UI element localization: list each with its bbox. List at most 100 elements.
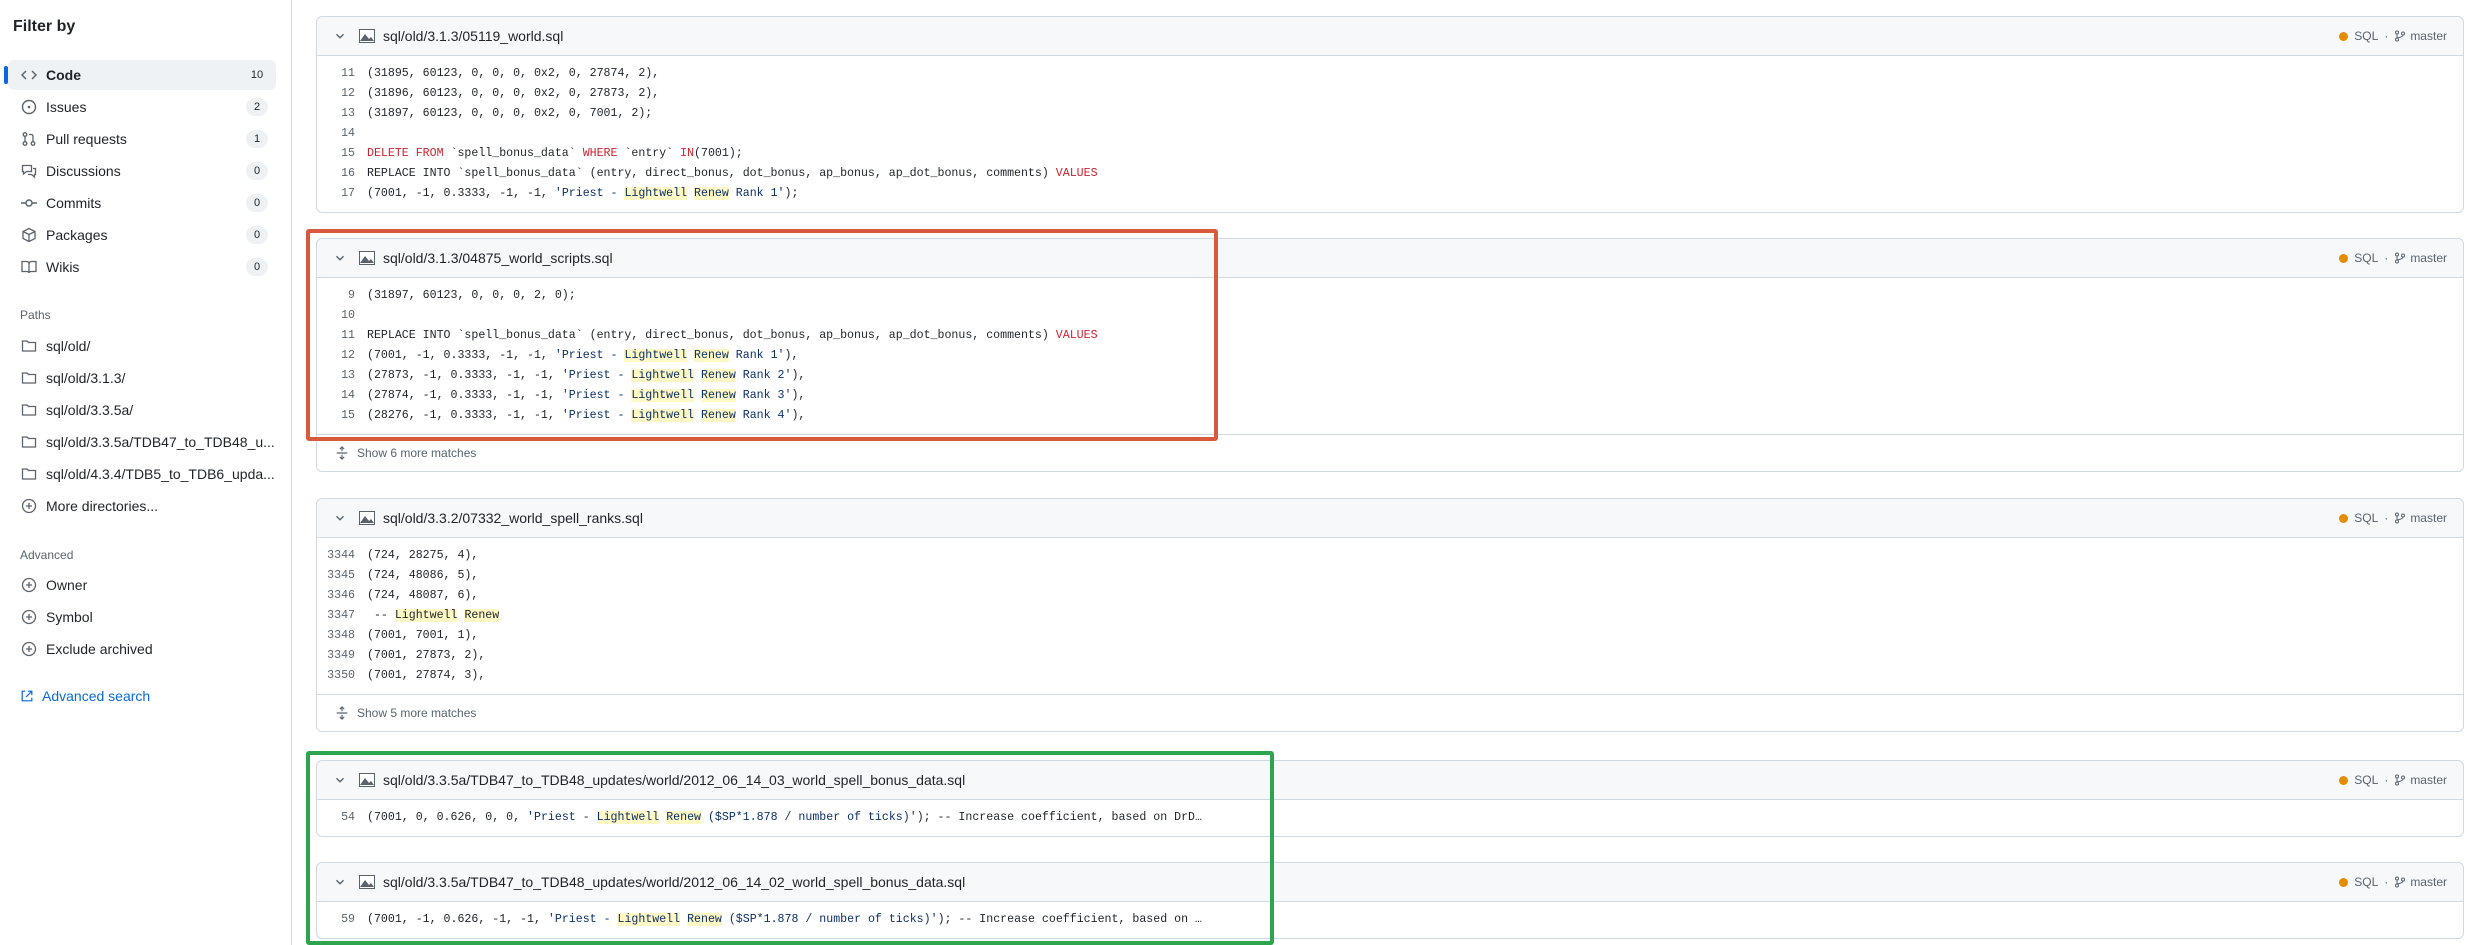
filter-discussions[interactable]: Discussions 0 (8, 156, 276, 186)
filter-commits[interactable]: Commits 0 (8, 188, 276, 218)
meta-separator: · (2384, 29, 2389, 43)
code-text: REPLACE INTO `spell_bonus_data` (entry, … (367, 167, 1098, 180)
line-number[interactable]: 3344 (317, 546, 367, 566)
filter-label: Wikis (46, 259, 80, 275)
line-number[interactable]: 10 (317, 306, 367, 326)
link-external-icon (21, 690, 33, 702)
code-line: 16 REPLACE INTO `spell_bonus_data` (entry… (317, 164, 2463, 184)
line-number[interactable]: 12 (317, 346, 367, 366)
result-file-path[interactable]: sql/old/3.1.3/05119_world.sql (383, 28, 563, 44)
path-item[interactable]: sql/old/3.1.3/ (8, 363, 276, 393)
result-header: sql/old/3.3.5a/TDB47_to_TDB48_updates/wo… (317, 761, 2463, 800)
line-number[interactable]: 14 (317, 124, 367, 144)
path-item[interactable]: sql/old/ (8, 331, 276, 361)
result-file-path[interactable]: sql/old/3.3.2/07332_world_spell_ranks.sq… (383, 510, 643, 526)
issue-icon (21, 99, 37, 115)
line-number[interactable]: 3349 (317, 646, 367, 666)
plus-circle-icon (21, 641, 37, 657)
filter-label: Pull requests (46, 131, 127, 147)
show-more-matches-button[interactable]: Show 6 more matches (317, 434, 2463, 471)
repo-avatar-icon (359, 511, 375, 525)
result-file-path[interactable]: sql/old/3.1.3/04875_world_scripts.sql (383, 250, 613, 266)
line-number[interactable]: 12 (317, 84, 367, 104)
path-label: sql/old/3.3.5a/ (46, 402, 134, 418)
code-line: 13 (31897, 60123, 0, 0, 0, 0x2, 0, 7001, … (317, 104, 2463, 124)
book-icon (21, 259, 37, 275)
line-number[interactable]: 11 (317, 64, 367, 84)
code-line: 14 (27874, -1, 0.3333, -1, -1, 'Priest - … (317, 386, 2463, 406)
code-line: 15 DELETE FROM `spell_bonus_data` WHERE `… (317, 144, 2463, 164)
result-file-path[interactable]: sql/old/3.3.5a/TDB47_to_TDB48_updates/wo… (383, 772, 965, 788)
line-number[interactable]: 15 (317, 406, 367, 426)
line-number[interactable]: 13 (317, 366, 367, 386)
code-line: 11 REPLACE INTO `spell_bonus_data` (entry… (317, 326, 2463, 346)
chevron-down-icon[interactable] (333, 773, 347, 787)
branch-label: master (2410, 29, 2447, 43)
code-line: 54 (7001, 0, 0.626, 0, 0, 'Priest - Light… (317, 808, 2463, 828)
path-label: sql/old/3.3.5a/TDB47_to_TDB48_u... (46, 434, 275, 450)
code-line: 3344 (724, 28275, 4), (317, 546, 2463, 566)
advanced-owner[interactable]: Owner (8, 570, 276, 600)
line-number[interactable]: 15 (317, 144, 367, 164)
repo-avatar-icon (359, 251, 375, 265)
advanced-label: Exclude archived (46, 641, 153, 657)
chevron-down-icon[interactable] (333, 29, 347, 43)
line-number[interactable]: 54 (317, 808, 367, 828)
code-text: (7001, -1, 0.3333, -1, -1, 'Priest - Lig… (367, 349, 799, 362)
show-more-matches-button[interactable]: Show 5 more matches (317, 694, 2463, 731)
filter-pull-requests[interactable]: Pull requests 1 (8, 124, 276, 154)
branch-label: master (2410, 875, 2447, 889)
filter-issues[interactable]: Issues 2 (8, 92, 276, 122)
language-label: SQL (2354, 251, 2379, 265)
language-label: SQL (2354, 29, 2379, 43)
language-label: SQL (2354, 875, 2379, 889)
filter-count: 1 (246, 130, 268, 148)
meta-separator: · (2384, 875, 2389, 889)
code-line: 10 (317, 306, 2463, 326)
repo-avatar-icon (359, 875, 375, 889)
repo-avatar-icon (359, 29, 375, 43)
line-number[interactable]: 11 (317, 326, 367, 346)
line-number[interactable]: 3347 (317, 606, 367, 626)
filter-title: Filter by (13, 18, 76, 35)
code-text: (27874, -1, 0.3333, -1, -1, 'Priest - Li… (367, 389, 806, 402)
branch-icon (2395, 30, 2406, 42)
line-number[interactable]: 3346 (317, 586, 367, 606)
advanced-symbol[interactable]: Symbol (8, 602, 276, 632)
line-number[interactable]: 13 (317, 104, 367, 124)
filter-wikis[interactable]: Wikis 0 (8, 252, 276, 282)
line-number[interactable]: 3350 (317, 666, 367, 686)
line-number[interactable]: 3348 (317, 626, 367, 646)
code-snippet: 11 (31895, 60123, 0, 0, 0, 0x2, 0, 27874,… (317, 56, 2463, 212)
chevron-down-icon[interactable] (333, 251, 347, 265)
line-number[interactable]: 14 (317, 386, 367, 406)
filter-packages[interactable]: Packages 0 (8, 220, 276, 250)
code-line: 15 (28276, -1, 0.3333, -1, -1, 'Priest - … (317, 406, 2463, 426)
result-file-path[interactable]: sql/old/3.3.5a/TDB47_to_TDB48_updates/wo… (383, 874, 965, 890)
code-text: -- Lightwell Renew (367, 609, 500, 622)
code-text: (31897, 60123, 0, 0, 0, 0x2, 0, 7001, 2)… (367, 107, 653, 120)
advanced-exclude-archived[interactable]: Exclude archived (8, 634, 276, 664)
path-item[interactable]: sql/old/4.3.4/TDB5_to_TDB6_upda... (8, 459, 276, 489)
show-more-label: Show 5 more matches (357, 706, 477, 720)
path-label: sql/old/ (46, 338, 91, 354)
folder-icon (21, 338, 37, 354)
more-directories-button[interactable]: More directories... (8, 491, 276, 521)
filter-code[interactable]: Code 10 (4, 60, 276, 90)
line-number[interactable]: 59 (317, 910, 367, 930)
chevron-down-icon[interactable] (333, 875, 347, 889)
paths-heading: Paths (20, 308, 51, 322)
advanced-search-link[interactable]: Advanced search (20, 688, 150, 704)
path-item[interactable]: sql/old/3.3.5a/ (8, 395, 276, 425)
path-item[interactable]: sql/old/3.3.5a/TDB47_to_TDB48_u... (8, 427, 276, 457)
package-icon (21, 227, 37, 243)
line-number[interactable]: 16 (317, 164, 367, 184)
code-line: 3348 (7001, 7001, 1), (317, 626, 2463, 646)
line-number[interactable]: 3345 (317, 566, 367, 586)
chevron-down-icon[interactable] (333, 511, 347, 525)
filter-count: 0 (246, 194, 268, 212)
advanced-label: Owner (46, 577, 88, 593)
line-number[interactable]: 9 (317, 286, 367, 306)
plus-circle-icon (21, 609, 37, 625)
line-number[interactable]: 17 (317, 184, 367, 204)
